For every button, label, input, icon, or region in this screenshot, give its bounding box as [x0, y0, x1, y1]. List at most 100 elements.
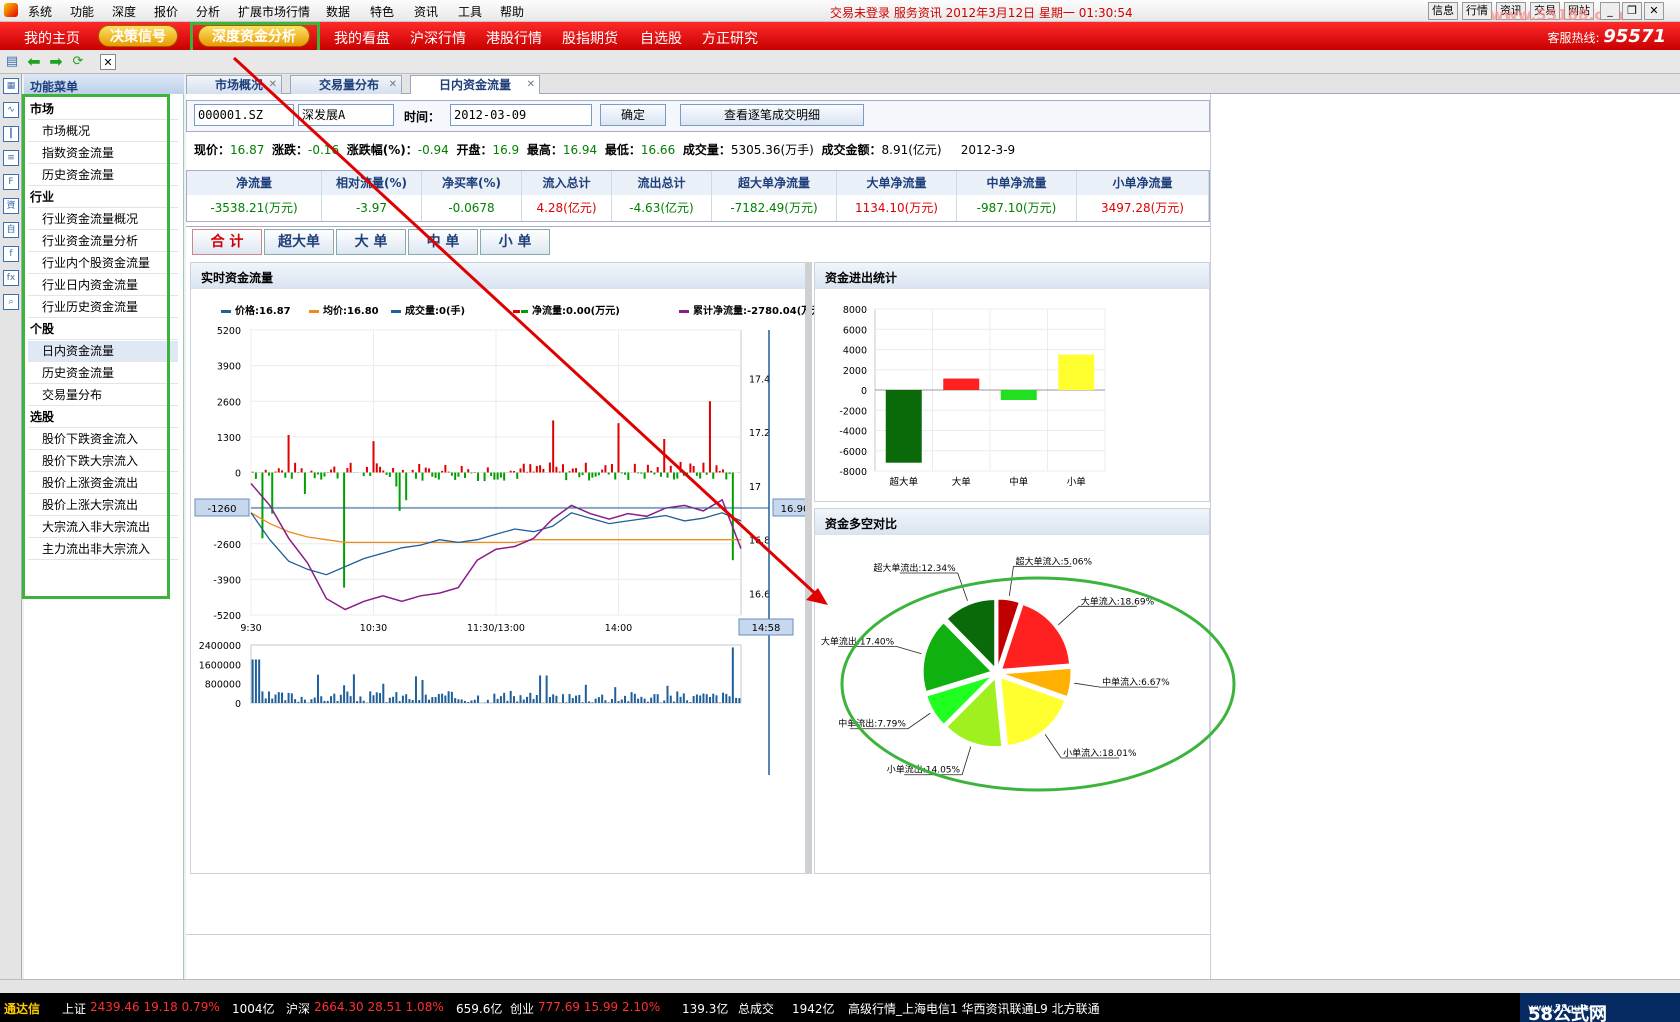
close-panel-icon[interactable]: ✕ — [100, 54, 116, 70]
ticker-cy-label[interactable]: 创业 — [510, 1000, 534, 1017]
nav-sh-sz-market[interactable]: 沪深行情 — [410, 28, 466, 48]
content-area: 000001.SZ 深发展A 时间： 2012-03-09 确定 查看逐笔成交明… — [186, 94, 1680, 979]
view-tick-detail-button[interactable]: 查看逐笔成交明细 — [680, 104, 864, 126]
fx-icon[interactable]: fx — [3, 270, 19, 286]
menu-extended-market[interactable]: 扩展市场行情 — [238, 3, 310, 20]
volume-bar — [555, 695, 558, 703]
nav-my-board[interactable]: 我的看盘 — [334, 28, 390, 48]
nav-index-futures[interactable]: 股指期货 — [562, 28, 618, 48]
f10-icon[interactable]: F — [3, 174, 19, 190]
tab-close-icon[interactable]: ✕ — [527, 76, 535, 94]
volume-bar — [372, 695, 375, 703]
volume-bar — [539, 675, 542, 703]
net-flow-bar — [679, 461, 682, 473]
volume-bar — [610, 698, 613, 703]
net-flow-bar — [692, 465, 695, 473]
search-icon[interactable]: ⌕ — [3, 294, 19, 310]
splitter[interactable] — [806, 262, 812, 874]
line-chart-icon[interactable]: ∿ — [3, 102, 19, 118]
stock-code-input[interactable]: 000001.SZ — [194, 104, 294, 126]
minimize-icon[interactable]: _ — [1600, 2, 1620, 20]
volume-bar — [421, 679, 424, 703]
volume-bar — [349, 696, 352, 703]
menu-function[interactable]: 功能 — [70, 3, 94, 20]
menu-tools[interactable]: 工具 — [458, 3, 482, 20]
menu-quote[interactable]: 报价 — [154, 3, 178, 20]
info-button[interactable]: 信息 — [1428, 2, 1458, 20]
nav-hk-market[interactable]: 港股行情 — [486, 28, 542, 48]
order-tab-large[interactable]: 大 单 — [336, 229, 406, 255]
net-flow-bar — [548, 462, 551, 473]
order-tab-total[interactable]: 合 计 — [192, 229, 262, 255]
menu-system[interactable]: 系统 — [28, 3, 52, 20]
ticker-sh-label[interactable]: 上证 — [62, 1000, 86, 1017]
order-tab-xl[interactable]: 超大单 — [264, 229, 334, 255]
refresh-icon[interactable]: ⟳ — [70, 54, 86, 70]
layout-icon[interactable]: ▤ — [4, 54, 20, 70]
grid-icon[interactable]: ▦ — [3, 78, 19, 94]
status-text: 交易未登录 服务资讯 2012年3月12日 星期一 01:30:54 — [830, 6, 1133, 20]
volume-bar — [614, 687, 617, 703]
ticker-hs-amount: 659.6亿 — [456, 1002, 503, 1016]
net-flow-bar — [522, 463, 525, 473]
back-arrow-icon[interactable]: ⬅ — [26, 54, 42, 70]
tab-close-icon[interactable]: ✕ — [269, 76, 277, 94]
order-tab-small[interactable]: 小 单 — [480, 229, 550, 255]
watermark-text: 58公式网 — [1528, 1004, 1608, 1022]
low-label: 最低： — [604, 143, 641, 157]
net-flow-bar — [405, 472, 408, 501]
nav-founder-research[interactable]: 方正研究 — [702, 28, 758, 48]
net-flow-bar — [715, 465, 718, 473]
volume-bars — [250, 644, 742, 704]
news-icon[interactable]: 資 — [3, 198, 19, 214]
net-flow-bar — [460, 465, 463, 473]
tab-volume-distribution[interactable]: 交易量分布 ✕ — [290, 75, 402, 94]
menu-help[interactable]: 帮助 — [500, 3, 524, 20]
menu-depth[interactable]: 深度 — [112, 3, 136, 20]
tab-market-overview[interactable]: 市场概况 ✕ — [186, 75, 282, 94]
market-button[interactable]: 行情 — [1462, 2, 1492, 20]
volume-value: 5305.36(万手) — [730, 143, 814, 157]
tab-intraday-fund-flow[interactable]: 日内资金流量 ✕ — [410, 75, 540, 94]
forward-arrow-icon[interactable]: ➡ — [48, 54, 64, 70]
net-flow-bar — [607, 472, 610, 475]
ticker-total-label: 总成交 — [738, 1002, 775, 1016]
nav-watchlist[interactable]: 自选股 — [640, 28, 682, 48]
menu-news[interactable]: 资讯 — [414, 3, 438, 20]
nav-decision-signal[interactable]: 决策信号 — [98, 25, 178, 47]
table-icon[interactable]: ≡ — [3, 150, 19, 166]
volume-bar — [617, 701, 620, 703]
menu-data[interactable]: 数据 — [326, 3, 350, 20]
net-flow-bar — [281, 470, 284, 473]
stock-name-field[interactable]: 深发展A — [298, 104, 394, 126]
volume-bar — [251, 659, 254, 703]
ticker-hs-label[interactable]: 沪深 — [286, 1000, 310, 1017]
restore-icon[interactable]: ❐ — [1622, 2, 1642, 20]
net-flow-bar — [519, 468, 522, 473]
order-tab-medium[interactable]: 中 单 — [408, 229, 478, 255]
net-flow-bar — [686, 472, 689, 475]
tab-close-icon[interactable]: ✕ — [389, 76, 397, 94]
net-flow-bar — [365, 466, 368, 473]
volume-bar — [571, 698, 574, 703]
volume-bar — [604, 700, 607, 703]
watchlist-icon[interactable]: 自 — [3, 222, 19, 238]
volume-bar — [414, 676, 417, 703]
volume-bar — [535, 695, 538, 703]
menu-special[interactable]: 特色 — [370, 3, 394, 20]
kline-icon[interactable]: ┃ — [3, 126, 19, 142]
ticker-server[interactable]: 高级行情_上海电信1 华西资讯联通L9 北方联通 — [848, 1000, 1100, 1017]
horizontal-scrollbar[interactable] — [0, 979, 1680, 993]
menu-analysis[interactable]: 分析 — [196, 3, 220, 20]
stats-net-buy-rate: -0.0678 — [422, 195, 522, 221]
nav-home[interactable]: 我的主页 — [24, 28, 80, 48]
volume-bar — [379, 693, 382, 703]
date-input[interactable]: 2012-03-09 — [450, 104, 592, 126]
net-flow-bar — [699, 472, 702, 479]
close-icon[interactable]: ✕ — [1644, 2, 1664, 20]
net-flow-bar — [669, 465, 672, 473]
net-flow-bar — [659, 472, 662, 477]
volume-bar — [277, 692, 280, 703]
confirm-button[interactable]: 确定 — [600, 104, 666, 126]
formula-icon[interactable]: f — [3, 246, 19, 262]
